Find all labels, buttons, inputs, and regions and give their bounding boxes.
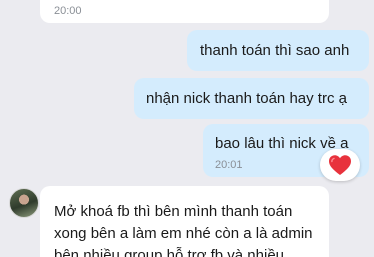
heart-reaction[interactable] <box>320 149 360 181</box>
message-bubble-outgoing[interactable]: nhận nick thanh toán hay trc ạ <box>134 78 369 119</box>
message-line: Mở khoá fb thì bên mình thanh toán <box>54 203 293 220</box>
message-bubble-incoming[interactable]: Mở khoá fb thì bên mình thanh toán xong … <box>40 186 329 257</box>
chat-view: 20:00 thanh toán thì sao anh nhận nick t… <box>0 0 374 257</box>
message-bubble-incoming[interactable]: 20:00 <box>40 0 329 23</box>
message-text: Mở khoá fb thì bên mình thanh toán xong … <box>54 201 324 257</box>
message-text: nhận nick thanh toán hay trc ạ <box>146 90 347 107</box>
message-time: 20:01 <box>215 159 243 171</box>
message-bubble-outgoing[interactable]: thanh toán thì sao anh <box>187 30 369 71</box>
message-time: 20:00 <box>54 5 82 17</box>
avatar[interactable] <box>9 188 39 218</box>
message-line: bên nhiều group hỗ trợ fb và nhiều <box>54 247 285 257</box>
message-text: thanh toán thì sao anh <box>200 42 350 59</box>
message-line: xong bên a làm em nhé còn a là admin <box>54 225 313 242</box>
heart-icon <box>329 155 351 175</box>
